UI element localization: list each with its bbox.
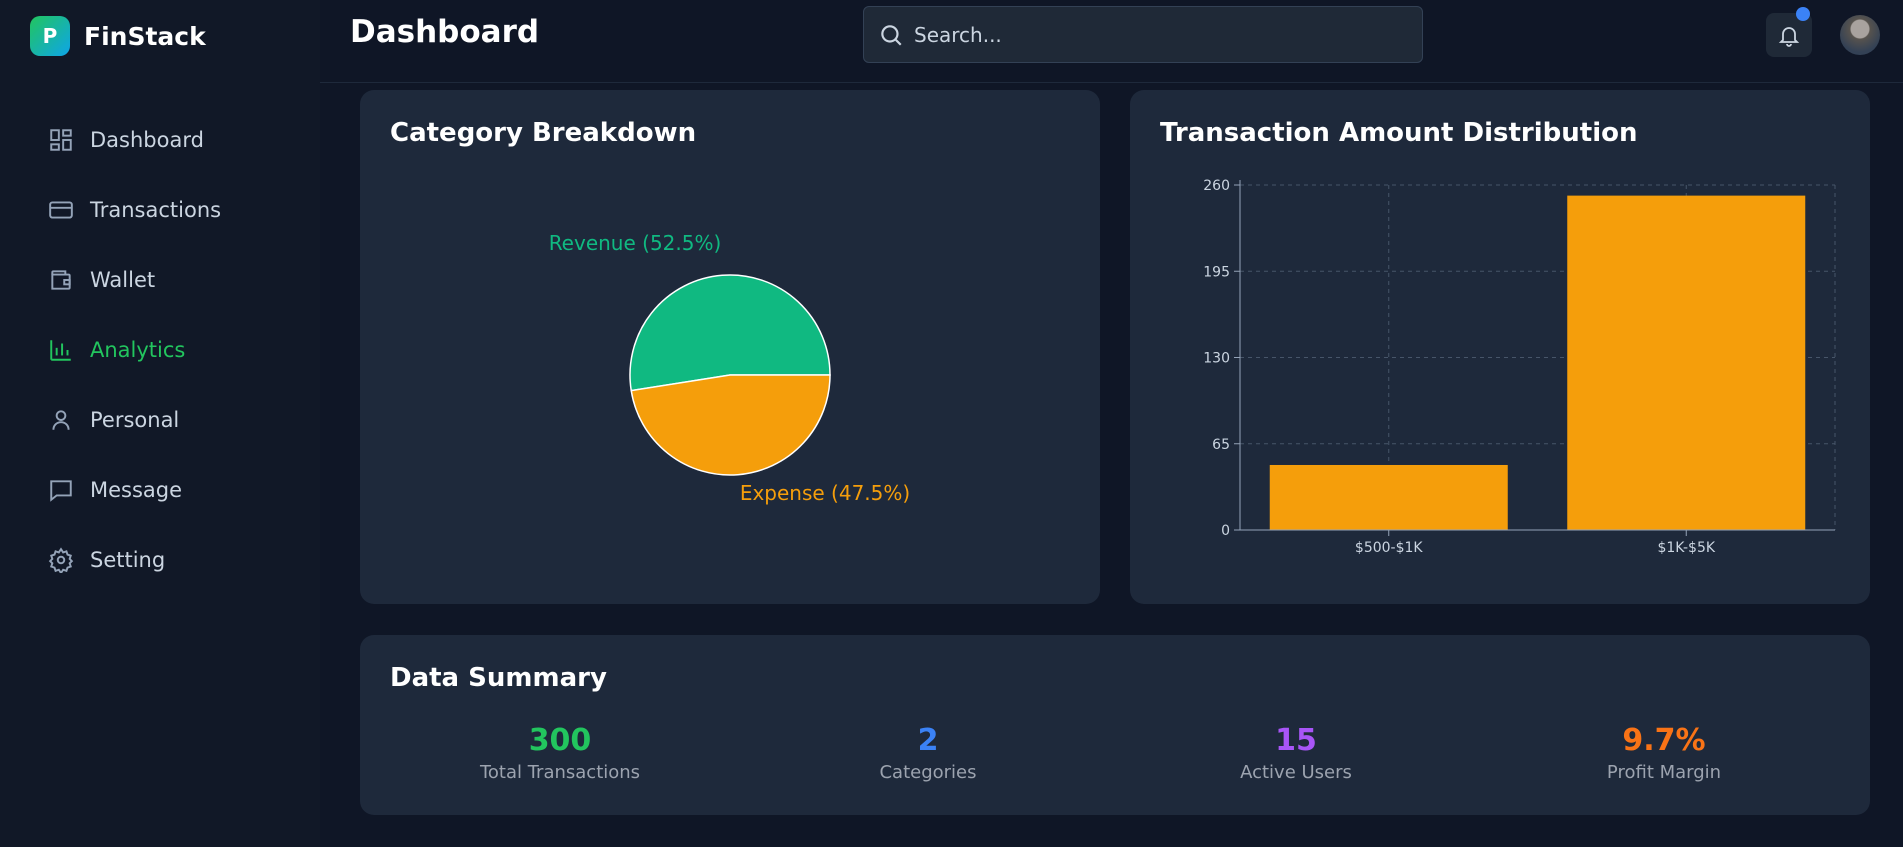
avatar[interactable]	[1840, 15, 1880, 55]
search-box[interactable]	[863, 6, 1423, 63]
stat-label: Categories	[879, 762, 977, 783]
brand-logo: P	[30, 16, 70, 56]
pie-slice[interactable]	[630, 374, 831, 476]
wallet-icon	[51, 270, 71, 290]
sidebar-item-setting[interactable]: Setting	[48, 525, 308, 595]
grid-icon	[50, 129, 72, 151]
message-icon	[50, 480, 72, 502]
sidebar-item-label: Personal	[90, 408, 180, 432]
sidebar-item-transactions[interactable]: Transactions	[48, 175, 308, 245]
amount-distribution-card: Transaction Amount Distribution 0 65 130 19…	[1130, 90, 1870, 604]
sidebar-item-analytics[interactable]: Analytics	[48, 315, 308, 385]
notification-badge	[1796, 7, 1810, 21]
search-icon	[881, 24, 902, 46]
sidebar-item-personal[interactable]: Personal	[48, 385, 308, 455]
credit-card-icon	[49, 201, 73, 219]
pie-slice[interactable]	[629, 274, 831, 392]
stat-label: Active Users	[1240, 762, 1352, 783]
pie-slice-label: Expense (47.5%)	[740, 481, 910, 505]
card-title: Data Summary	[390, 663, 607, 693]
bar[interactable]	[1269, 464, 1508, 530]
stat-active-users: 15 Active Users	[1146, 723, 1446, 783]
sidebar-item-label: Setting	[90, 548, 166, 572]
y-tick-label: 195	[1203, 264, 1230, 280]
sidebar-item-dashboard[interactable]: Dashboard	[48, 105, 308, 175]
y-tick-label: 260	[1203, 178, 1230, 194]
stat-label: Profit Margin	[1606, 762, 1722, 783]
y-tick-label: 65	[1212, 437, 1230, 453]
y-tick-label: 130	[1203, 351, 1230, 367]
search-input[interactable]	[914, 22, 1394, 47]
category-breakdown-card: Category Breakdown Revenue (52.5%) Expens…	[360, 90, 1100, 604]
stat-total-transactions: 300 Total Transactions	[410, 723, 710, 783]
bar-chart: 0 65 130 195 260 $500-$1K $1K-$5K	[1203, 178, 1836, 556]
gear-icon	[48, 547, 74, 573]
stat-value: 9.7%	[1622, 723, 1706, 758]
stat-value: 300	[528, 723, 592, 758]
brand-name: FinStack	[84, 21, 206, 51]
user-icon	[52, 410, 70, 430]
data-summary-card: Data Summary 300 Total Transactions 2 Ca…	[360, 635, 1870, 815]
brand[interactable]: P FinStack	[30, 16, 206, 56]
sidebar-item-wallet[interactable]: Wallet	[48, 245, 308, 315]
notification-button[interactable]	[1766, 7, 1812, 57]
y-tick-label: 0	[1221, 523, 1230, 539]
sidebar: P FinStack Dashboard Transactions Wallet…	[0, 0, 320, 847]
x-tick-label: $1K-$5K	[1657, 540, 1715, 556]
pie-slice-label: Revenue (52.5%)	[549, 231, 722, 255]
sidebar-nav: Dashboard Transactions Wallet Analytics …	[48, 105, 308, 595]
top-header: Dashboard	[320, 0, 1903, 83]
stat-label: Total Transactions	[479, 762, 641, 783]
bar[interactable]	[1567, 195, 1806, 530]
stat-value: 2	[917, 723, 939, 758]
sidebar-item-label: Transactions	[90, 198, 222, 222]
pie-chart: Revenue (52.5%) Expense (47.5%)	[549, 231, 910, 505]
sidebar-item-message[interactable]: Message	[48, 455, 308, 525]
sidebar-item-label: Wallet	[90, 268, 156, 292]
stat-profit-margin: 9.7% Profit Margin	[1514, 723, 1814, 783]
stat-value: 15	[1275, 723, 1317, 758]
x-tick-label: $500-$1K	[1355, 540, 1423, 556]
sidebar-item-label: Dashboard	[90, 128, 204, 152]
sidebar-item-label: Analytics	[90, 338, 186, 362]
bell-icon	[1778, 27, 1800, 47]
page-title: Dashboard	[350, 14, 540, 50]
sidebar-item-label: Message	[90, 478, 183, 502]
stat-categories: 2 Categories	[778, 723, 1078, 783]
bar-chart-icon	[50, 340, 71, 361]
